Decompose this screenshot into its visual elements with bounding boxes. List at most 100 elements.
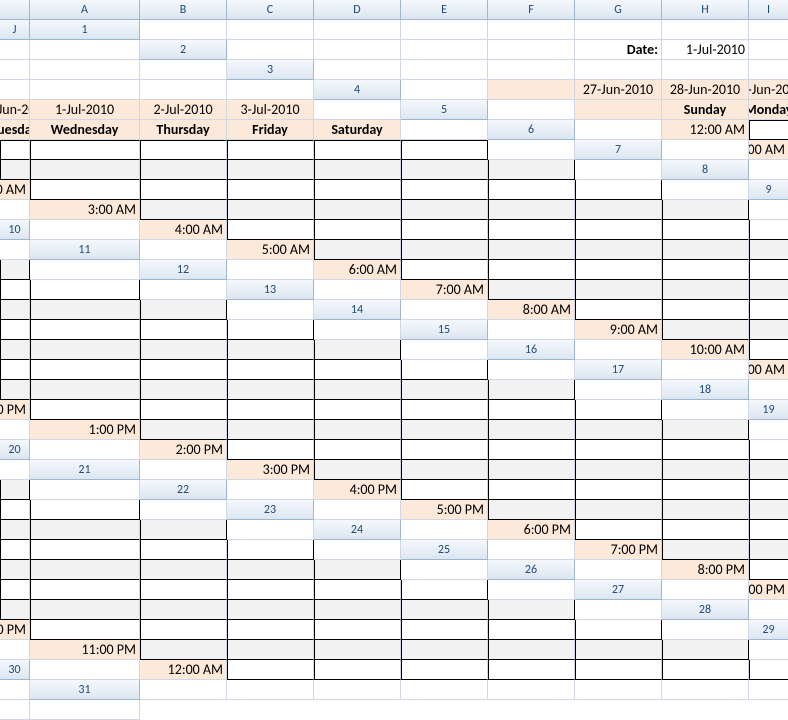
- time-label-5[interactable]: 5:00 AM: [227, 240, 314, 260]
- row-header-17[interactable]: 17: [575, 360, 662, 380]
- cell-J2[interactable]: [140, 60, 227, 80]
- cell-J6[interactable]: [488, 140, 575, 160]
- schedule-cell-r16-cC[interactable]: [749, 340, 788, 360]
- cell-A5[interactable]: [488, 100, 575, 120]
- schedule-cell-r14-cG[interactable]: [30, 320, 140, 340]
- schedule-cell-r26-cI[interactable]: [401, 580, 488, 600]
- row-header-9[interactable]: 9: [749, 180, 788, 200]
- schedule-cell-r18-cC[interactable]: [30, 400, 140, 420]
- schedule-cell-r25-cE[interactable]: [0, 560, 30, 580]
- schedule-cell-r15-cH[interactable]: [227, 340, 314, 360]
- cell-H31[interactable]: [749, 680, 788, 700]
- schedule-cell-r17-cI[interactable]: [488, 380, 575, 400]
- schedule-cell-r11-cC[interactable]: [314, 240, 401, 260]
- schedule-cell-r8-cH[interactable]: [488, 180, 575, 200]
- schedule-cell-r17-cD[interactable]: [30, 380, 140, 400]
- row-header-2[interactable]: 2: [140, 40, 227, 60]
- cell-J17[interactable]: [575, 380, 662, 400]
- schedule-cell-r28-cD[interactable]: [140, 620, 227, 640]
- day-date-7[interactable]: 2-Jul-2010: [140, 100, 227, 120]
- schedule-cell-r18-cI[interactable]: [575, 400, 662, 420]
- schedule-cell-r27-cF[interactable]: [227, 600, 314, 620]
- cell-J13[interactable]: [227, 300, 314, 320]
- cell-J11[interactable]: [30, 260, 140, 280]
- cell-J25[interactable]: [401, 560, 488, 580]
- schedule-cell-r30-cC[interactable]: [227, 660, 314, 680]
- cell-J15[interactable]: [401, 340, 488, 360]
- cell-J26[interactable]: [488, 580, 575, 600]
- schedule-cell-r10-cH[interactable]: [662, 220, 749, 240]
- schedule-cell-r19-cD[interactable]: [227, 420, 314, 440]
- schedule-cell-r24-cG[interactable]: [30, 540, 140, 560]
- schedule-cell-r25-cD[interactable]: [749, 540, 788, 560]
- day-date-4[interactable]: 29-Jun-2010: [749, 80, 788, 100]
- time-label-11[interactable]: 11:00 AM: [749, 360, 788, 380]
- time-label-0[interactable]: 12:00 AM: [662, 120, 749, 140]
- schedule-cell-r24-cI[interactable]: [227, 540, 314, 560]
- schedule-cell-r29-cE[interactable]: [314, 640, 401, 660]
- schedule-cell-r20-cE[interactable]: [401, 440, 488, 460]
- select-all-corner[interactable]: [0, 0, 30, 20]
- schedule-cell-r12-cC[interactable]: [401, 260, 488, 280]
- row-header-19[interactable]: 19: [749, 400, 788, 420]
- cell-A19[interactable]: [0, 420, 30, 440]
- cell-H2[interactable]: [0, 60, 30, 80]
- row-header-7[interactable]: 7: [575, 140, 662, 160]
- time-label-23[interactable]: 11:00 PM: [30, 640, 140, 660]
- row-header-26[interactable]: 26: [488, 560, 575, 580]
- schedule-cell-r30-cD[interactable]: [314, 660, 401, 680]
- row-header-24[interactable]: 24: [314, 520, 401, 540]
- schedule-cell-r18-cG[interactable]: [401, 400, 488, 420]
- schedule-cell-r6-cC[interactable]: [749, 120, 788, 140]
- schedule-cell-r16-cD[interactable]: [0, 360, 30, 380]
- schedule-cell-r26-cF[interactable]: [140, 580, 227, 600]
- schedule-cell-r13-cG[interactable]: [0, 300, 30, 320]
- schedule-cell-r22-cG[interactable]: [749, 480, 788, 500]
- cell-J16[interactable]: [488, 360, 575, 380]
- schedule-cell-r27-cG[interactable]: [314, 600, 401, 620]
- cell-A28[interactable]: [749, 600, 788, 620]
- schedule-cell-r29-cD[interactable]: [227, 640, 314, 660]
- cell-H1[interactable]: [749, 20, 788, 40]
- col-header-F[interactable]: F: [488, 0, 575, 20]
- row-header-3[interactable]: 3: [227, 60, 314, 80]
- schedule-cell-r9-cD[interactable]: [227, 200, 314, 220]
- time-label-1[interactable]: 1:00 AM: [749, 140, 788, 160]
- schedule-cell-r10-cD[interactable]: [314, 220, 401, 240]
- schedule-cell-r21-cH[interactable]: [749, 460, 788, 480]
- col-header-I[interactable]: I: [749, 0, 788, 20]
- cell-A15[interactable]: [488, 320, 575, 340]
- schedule-cell-r23-cF[interactable]: [749, 500, 788, 520]
- cell-B4[interactable]: [488, 80, 575, 100]
- schedule-cell-r25-cI[interactable]: [314, 560, 401, 580]
- schedule-cell-r20-cI[interactable]: [749, 440, 788, 460]
- cell-J29[interactable]: [749, 640, 788, 660]
- schedule-cell-r25-cG[interactable]: [140, 560, 227, 580]
- cell-G31[interactable]: [662, 680, 749, 700]
- schedule-cell-r15-cD[interactable]: [749, 320, 788, 340]
- schedule-cell-r7-cI[interactable]: [488, 160, 575, 180]
- cell-J8[interactable]: [662, 180, 749, 200]
- row-header-29[interactable]: 29: [749, 620, 788, 640]
- schedule-cell-r19-cG[interactable]: [488, 420, 575, 440]
- day-name-3[interactable]: Monday: [749, 100, 788, 120]
- schedule-cell-r13-cD[interactable]: [575, 280, 662, 300]
- schedule-cell-r6-cE[interactable]: [30, 140, 140, 160]
- schedule-cell-r13-cI[interactable]: [140, 300, 227, 320]
- schedule-cell-r21-cD[interactable]: [401, 460, 488, 480]
- schedule-cell-r22-cH[interactable]: [0, 500, 30, 520]
- cell-A18[interactable]: [749, 380, 788, 400]
- schedule-cell-r7-cF[interactable]: [227, 160, 314, 180]
- schedule-cell-r28-cG[interactable]: [401, 620, 488, 640]
- cell-G3[interactable]: [0, 80, 30, 100]
- time-label-17[interactable]: 5:00 PM: [401, 500, 488, 520]
- time-label-15[interactable]: 3:00 PM: [227, 460, 314, 480]
- cell-J22[interactable]: [140, 500, 227, 520]
- schedule-cell-r12-cI[interactable]: [30, 280, 140, 300]
- schedule-cell-r20-cF[interactable]: [488, 440, 575, 460]
- schedule-cell-r26-cG[interactable]: [227, 580, 314, 600]
- cell-A1[interactable]: [140, 20, 227, 40]
- schedule-cell-r13-cC[interactable]: [488, 280, 575, 300]
- schedule-cell-r27-cD[interactable]: [30, 600, 140, 620]
- cell-J31[interactable]: [30, 700, 140, 720]
